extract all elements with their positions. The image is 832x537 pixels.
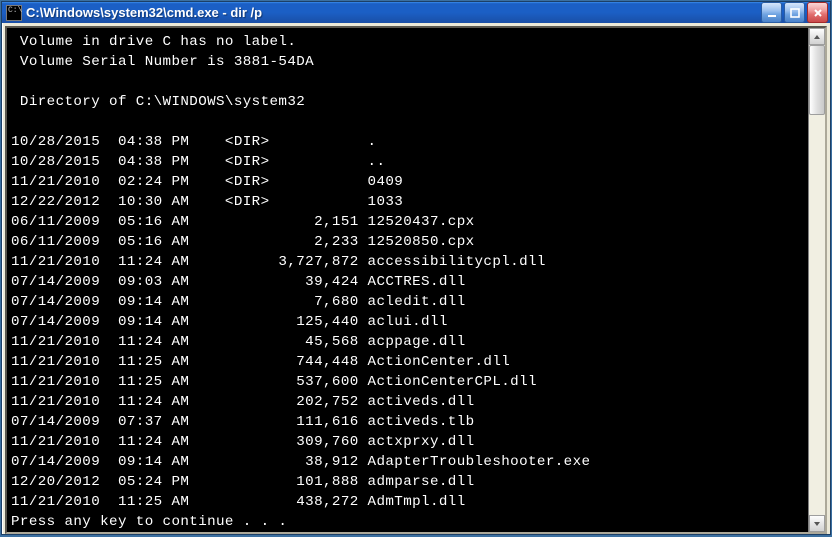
titlebar[interactable]: C:\Windows\system32\cmd.exe - dir /p	[2, 2, 830, 23]
minimize-button[interactable]	[761, 2, 782, 23]
vertical-scrollbar[interactable]	[808, 28, 825, 532]
close-button[interactable]	[807, 2, 828, 23]
console-output[interactable]: Volume in drive C has no label. Volume S…	[7, 28, 808, 532]
window-title: C:\Windows\system32\cmd.exe - dir /p	[26, 5, 761, 20]
cmd-window: C:\Windows\system32\cmd.exe - dir /p Vol…	[1, 1, 831, 535]
scroll-thumb[interactable]	[809, 45, 825, 115]
console-client-area: Volume in drive C has no label. Volume S…	[5, 26, 827, 534]
maximize-button[interactable]	[784, 2, 805, 23]
window-controls	[761, 2, 828, 23]
scroll-track[interactable]	[809, 45, 825, 515]
cmd-icon	[6, 5, 22, 21]
scroll-up-button[interactable]	[809, 28, 825, 45]
scroll-down-button[interactable]	[809, 515, 825, 532]
